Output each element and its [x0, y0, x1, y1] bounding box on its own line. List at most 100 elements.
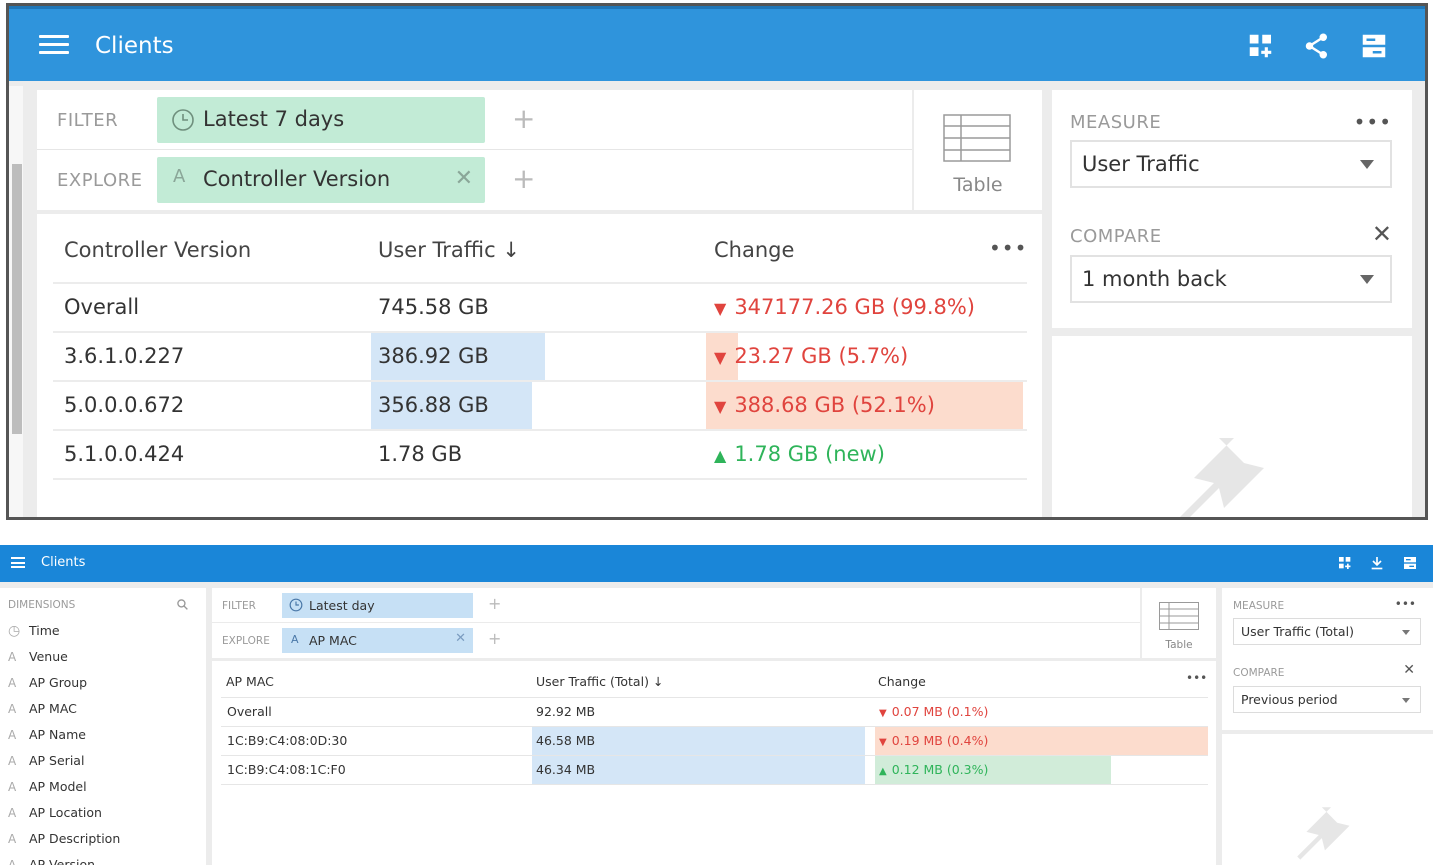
dimension-item[interactable]: A AP Model [8, 779, 87, 805]
row-traffic-value: 386.92 GB [378, 344, 489, 368]
visualization-label: Table [953, 174, 1003, 196]
more-options-icon[interactable]: ••• [1354, 110, 1392, 134]
compare-label: COMPARE [1070, 226, 1162, 247]
dimension-item[interactable]: A AP Description [8, 831, 120, 857]
layout-icon[interactable] [1402, 555, 1418, 571]
download-icon[interactable] [1369, 555, 1385, 571]
more-options-icon[interactable]: ••• [1186, 671, 1207, 685]
pin-icon [1297, 807, 1350, 860]
arrow-down-icon: ▼ [879, 708, 887, 719]
arrow-down-icon: ▼ [714, 348, 727, 367]
column-header-measure[interactable]: User Traffic (Total) ↓ [536, 674, 663, 689]
compare-select[interactable]: 1 month back [1070, 255, 1392, 303]
full-screenshot: Clients DIMENSIONS ◷ Time A Venue A AP Group A… [0, 545, 1433, 865]
pinboard-panel [1052, 336, 1412, 517]
measure-select[interactable]: User Traffic (Total) [1233, 618, 1421, 645]
filter-panel: FILTER Latest 7 days + EXPLORE A Control… [37, 90, 912, 210]
column-header-measure[interactable]: User Traffic ↓ [378, 238, 520, 262]
change-text: 0.12 MB (0.3%) [891, 762, 989, 777]
close-icon[interactable]: ✕ [1372, 220, 1392, 248]
search-icon[interactable] [176, 598, 189, 611]
row-dimension-value: 1C:B9:C4:08:1C:F0 [227, 762, 346, 777]
column-header-dimension[interactable]: AP MAC [226, 674, 274, 689]
explore-chip[interactable]: A Controller Version ✕ [157, 157, 485, 203]
measure-select[interactable]: User Traffic [1070, 140, 1392, 188]
table-row[interactable]: Overall 745.58 GB ▼ 347177.26 GB (99.8%) [53, 282, 1027, 331]
app-header: Clients [9, 6, 1425, 81]
add-explore-button[interactable]: + [488, 629, 501, 648]
string-dimension-icon: A [8, 858, 17, 865]
compare-select[interactable]: Previous period [1233, 686, 1421, 713]
dimension-item[interactable]: A AP Serial [8, 753, 84, 779]
row-dimension-value: Overall [64, 295, 140, 319]
arrow-down-icon: ▼ [714, 299, 727, 318]
filter-chip[interactable]: Latest 7 days [157, 97, 485, 143]
remove-chip-icon[interactable]: ✕ [455, 166, 473, 191]
dimension-item[interactable]: A AP MAC [8, 701, 77, 727]
compare-select-value: Previous period [1241, 692, 1338, 707]
row-change-value: ▲ 1.78 GB (new) [714, 431, 885, 478]
string-dimension-icon: A [173, 166, 186, 187]
string-dimension-icon: A [8, 650, 17, 664]
column-header-change[interactable]: Change [878, 674, 926, 689]
table-row[interactable]: 1C:B9:C4:08:1C:F0 46.34 MB ▲ 0.12 MB (0.3%) [221, 755, 1208, 784]
dimension-item[interactable]: A AP Name [8, 727, 86, 753]
row-traffic-value: 92.92 MB [536, 704, 596, 719]
add-explore-button[interactable]: + [512, 162, 535, 195]
row-change-value: ▼ 0.07 MB (0.1%) [879, 698, 988, 726]
sort-desc-icon: ↓ [652, 674, 664, 689]
table-row[interactable]: 1C:B9:C4:08:0D:30 46.58 MB ▼ 0.19 MB (0.4%) [221, 726, 1208, 755]
add-filter-button[interactable]: + [488, 594, 501, 613]
change-text: 347177.26 GB (99.8%) [734, 295, 976, 319]
measure-label: MEASURE [1070, 112, 1162, 133]
add-filter-button[interactable]: + [512, 102, 535, 135]
table-icon [943, 114, 1011, 162]
menu-icon[interactable] [39, 35, 69, 57]
filter-label: FILTER [222, 600, 256, 612]
arrow-down-icon: ▼ [879, 737, 887, 748]
dimension-item[interactable]: A AP Version [8, 857, 95, 865]
pinboard-panel [1222, 734, 1433, 865]
column-header-dimension[interactable]: Controller Version [64, 238, 251, 262]
table-row[interactable]: 3.6.1.0.227 386.92 GB ▼ 23.27 GB (5.7%) [53, 331, 1027, 381]
dimension-item[interactable]: A Venue [8, 649, 68, 675]
compare-select-value: 1 month back [1082, 267, 1227, 291]
filter-panel: FILTER Latest day + EXPLORE A AP MAC ✕ + [212, 588, 1140, 658]
clock-icon [289, 598, 303, 612]
scrollbar[interactable] [12, 164, 22, 434]
visualization-selector[interactable]: Table [1142, 588, 1216, 658]
dimension-item-label: AP Group [29, 675, 88, 690]
close-icon[interactable]: ✕ [1403, 662, 1415, 678]
visualization-selector[interactable]: Table [914, 90, 1042, 210]
dimension-item[interactable]: A AP Location [8, 805, 102, 831]
remove-chip-icon[interactable]: ✕ [455, 631, 466, 646]
share-icon[interactable] [1302, 31, 1332, 61]
sort-desc-icon: ↓ [502, 238, 520, 262]
row-change-value: ▲ 0.12 MB (0.3%) [879, 756, 988, 784]
table-icon [1159, 602, 1199, 630]
zoomed-screenshot: Clients FILTER Latest 7 days + EXPLORE A [6, 3, 1428, 520]
add-tile-icon[interactable] [1246, 31, 1276, 61]
explore-chip[interactable]: A AP MAC ✕ [282, 628, 473, 653]
table-row[interactable]: Overall 92.92 MB ▼ 0.07 MB (0.1%) [221, 697, 1208, 726]
menu-icon[interactable] [11, 557, 25, 568]
layout-icon[interactable] [1359, 31, 1389, 61]
more-options-icon[interactable]: ••• [1395, 597, 1416, 611]
compare-label: COMPARE [1233, 667, 1285, 679]
string-dimension-icon: A [8, 702, 17, 716]
dimension-item[interactable]: A AP Group [8, 675, 87, 701]
dimension-item[interactable]: ◷ Time [8, 623, 60, 649]
dimension-item-label: AP Name [29, 727, 86, 742]
dimension-item-label: Time [29, 623, 60, 638]
dimension-item-label: Venue [29, 649, 68, 664]
column-header-change[interactable]: Change [714, 238, 794, 262]
arrow-down-icon: ▼ [714, 397, 727, 416]
filter-chip[interactable]: Latest day [282, 593, 473, 618]
add-tile-icon[interactable] [1337, 555, 1353, 571]
table-row[interactable]: 5.1.0.0.424 1.78 GB ▲ 1.78 GB (new) [53, 429, 1027, 478]
filter-chip-label: Latest 7 days [203, 107, 345, 131]
filter-chip-label: Latest day [309, 598, 375, 613]
string-dimension-icon: A [8, 676, 17, 690]
more-options-icon[interactable]: ••• [989, 236, 1027, 260]
table-row[interactable]: 5.0.0.0.672 356.88 GB ▼ 388.68 GB (52.1%) [53, 380, 1027, 430]
